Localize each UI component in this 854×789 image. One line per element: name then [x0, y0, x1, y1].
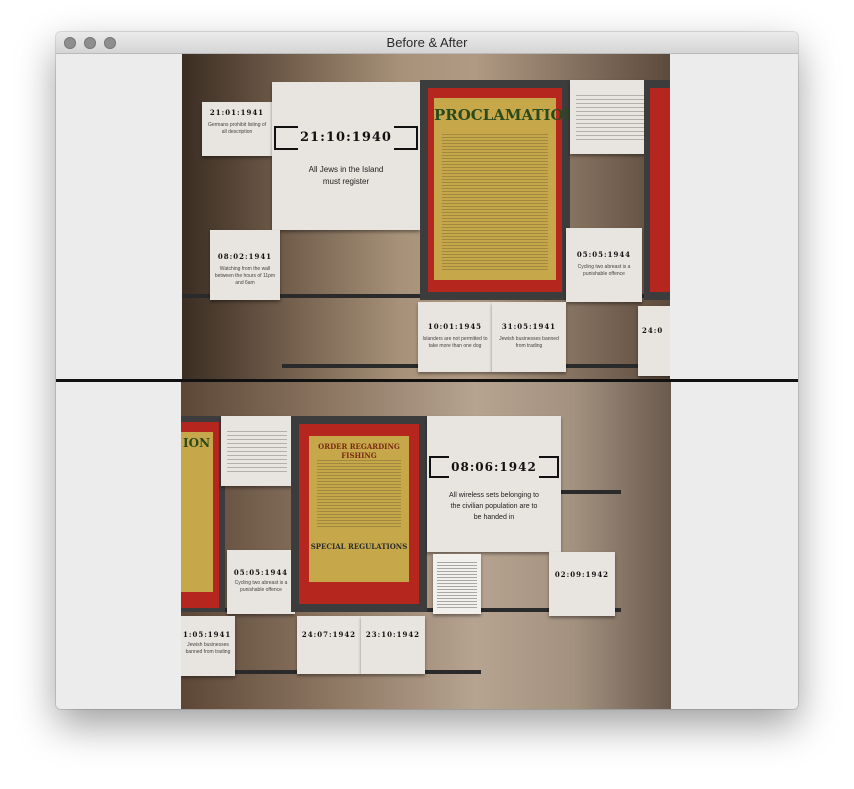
date-card-large: 21:10:1940 All Jews in the Island must r…	[272, 82, 420, 230]
date-card: 02:09:1942	[549, 552, 615, 616]
title-bar: Before & After	[56, 32, 798, 54]
poster: PROCLAMATION	[428, 88, 577, 292]
date-card-large: 08:06:1942 All wireless sets belonging t…	[427, 416, 561, 552]
window: Before & After 21:01:1941 Germans prohib…	[56, 32, 798, 709]
poster-paper: ION	[181, 432, 213, 592]
document-card	[221, 416, 293, 486]
poster-paper: PROCLAMATION	[434, 98, 577, 280]
poster: ORDER REGARDING FISHING SPECIAL REGULATI…	[299, 424, 419, 604]
poster-frame: ION	[181, 416, 225, 612]
date-card: 05:05:1944 Cycling two abreast is a puni…	[566, 228, 642, 302]
poster: ION	[181, 422, 219, 608]
document-text	[227, 428, 287, 474]
poster-frame	[644, 80, 670, 300]
document-text	[437, 560, 477, 608]
date-card: 08:02:1941 Watching from the wall betwee…	[210, 230, 280, 300]
poster-paper: ORDER REGARDING FISHING SPECIAL REGULATI…	[309, 436, 409, 582]
before-photo: 21:01:1941 Germans prohibit listing of a…	[182, 54, 670, 379]
date-card: 21:01:1941 Germans prohibit listing of a…	[202, 102, 272, 156]
date-card: 23:10:1942	[361, 616, 425, 674]
poster-frame: PROCLAMATION	[420, 80, 577, 300]
poster-text	[317, 458, 401, 528]
document-card	[433, 554, 481, 614]
before-pane: 21:01:1941 Germans prohibit listing of a…	[56, 54, 798, 379]
shelf	[561, 490, 621, 494]
date-card: 10:01:1945 Islanders are not permitted t…	[418, 302, 492, 372]
document-text	[576, 92, 644, 142]
date-card: 24:0	[638, 306, 670, 376]
date-card: 31:05:1941 Jewish businesses banned from…	[492, 302, 566, 372]
date-card: 24:07:1942	[297, 616, 361, 674]
poster-frame: ORDER REGARDING FISHING SPECIAL REGULATI…	[291, 416, 427, 612]
window-title: Before & After	[386, 35, 468, 50]
poster	[650, 88, 670, 292]
date-card: 1:05:1941 Jewish businesses banned from …	[181, 616, 235, 676]
after-photo: ION 05:05:1944 Cycling two abreast is a …	[181, 382, 671, 709]
document-card	[570, 80, 650, 154]
date-card: 05:05:1944 Cycling two abreast is a puni…	[227, 550, 295, 614]
poster-text	[442, 132, 548, 272]
after-pane: ION 05:05:1944 Cycling two abreast is a …	[56, 382, 798, 709]
